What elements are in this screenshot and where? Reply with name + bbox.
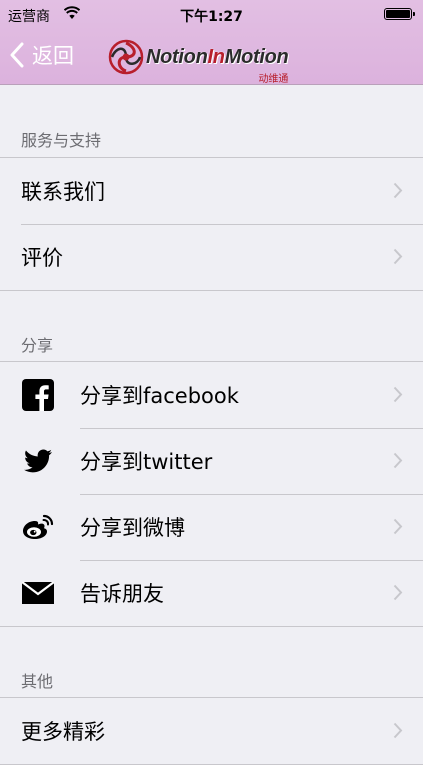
share-group: 分享到facebook 分享到twitter 分享到微博 告诉朋友 <box>0 361 423 627</box>
logo-subtitle: 动维通 <box>258 73 289 85</box>
weibo-icon <box>22 511 54 543</box>
tell-friends-row[interactable]: 告诉朋友 <box>0 560 423 626</box>
twitter-icon <box>22 445 54 477</box>
row-label: 更多精彩 <box>21 720 105 744</box>
status-bar: 运营商 下午1:27 <box>0 0 423 28</box>
logo-wordmark: NotionInMotion <box>146 45 289 68</box>
row-label: 分享到微博 <box>80 516 185 540</box>
row-label: 评价 <box>21 246 63 270</box>
status-time: 下午1:27 <box>180 9 243 25</box>
facebook-icon <box>22 379 54 411</box>
more-row[interactable]: 更多精彩 <box>0 698 423 764</box>
share-facebook-row[interactable]: 分享到facebook <box>0 362 423 428</box>
chevron-right-icon <box>393 182 403 199</box>
app-logo: NotionInMotion 动维通 <box>108 37 289 85</box>
row-label: 联系我们 <box>21 180 105 204</box>
chevron-right-icon <box>393 248 403 265</box>
chevron-right-icon <box>393 386 403 403</box>
row-label: 分享到twitter <box>80 450 213 474</box>
section-header-share: 分享 <box>21 336 54 355</box>
rate-row[interactable]: 评价 <box>0 224 423 290</box>
navigation-bar: 运营商 下午1:27 返回 NotionInMotion 动维通 <box>0 0 423 85</box>
share-weibo-row[interactable]: 分享到微博 <box>0 494 423 560</box>
back-label: 返回 <box>32 44 74 68</box>
share-twitter-row[interactable]: 分享到twitter <box>0 428 423 494</box>
logo-swirl-icon <box>108 39 144 75</box>
chevron-right-icon <box>393 722 403 739</box>
row-label: 分享到facebook <box>80 384 239 408</box>
chevron-right-icon <box>393 452 403 469</box>
chevron-right-icon <box>393 518 403 535</box>
mail-icon <box>22 577 54 609</box>
back-button[interactable]: 返回 <box>10 40 74 70</box>
section-header-other: 其他 <box>21 672 54 691</box>
section-header-support: 服务与支持 <box>21 131 102 150</box>
other-group: 更多精彩 <box>0 697 423 765</box>
contact-us-row[interactable]: 联系我们 <box>0 158 423 224</box>
chevron-left-icon <box>10 42 24 68</box>
row-label: 告诉朋友 <box>80 582 164 606</box>
battery-icon <box>384 8 415 20</box>
chevron-right-icon <box>393 584 403 601</box>
support-group: 联系我们 评价 <box>0 157 423 291</box>
